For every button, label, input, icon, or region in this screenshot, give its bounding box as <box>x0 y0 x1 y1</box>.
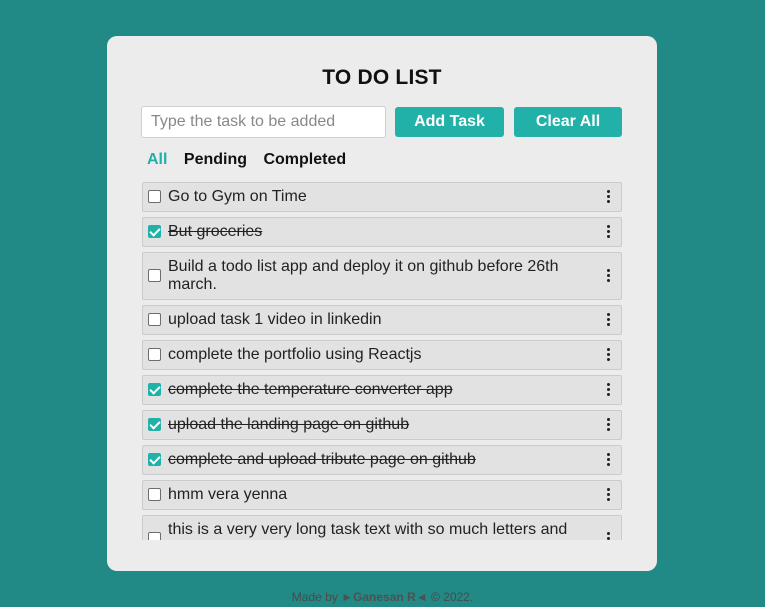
more-vertical-icon[interactable] <box>603 225 613 239</box>
task-text: Go to Gym on Time <box>168 188 307 205</box>
task-item: But groceries <box>142 217 622 247</box>
task-text: complete and upload tribute page on gith… <box>168 451 476 468</box>
filter-pending[interactable]: Pending <box>184 150 247 170</box>
task-text: upload the landing page on github <box>168 416 410 433</box>
task-item: upload task 1 video in linkedin <box>142 305 622 335</box>
filter-all[interactable]: All <box>147 150 167 170</box>
more-vertical-icon[interactable] <box>603 269 613 283</box>
task-checkbox[interactable] <box>148 225 161 238</box>
more-vertical-icon[interactable] <box>603 532 613 540</box>
task-checkbox[interactable] <box>148 269 161 282</box>
todo-card: TO DO LIST Add Task Clear All All Pendin… <box>107 36 657 571</box>
task-checkbox[interactable] <box>148 313 161 326</box>
more-vertical-icon[interactable] <box>603 418 613 432</box>
footer-author: ►Ganesan R◄ <box>341 590 428 604</box>
more-vertical-icon[interactable] <box>603 190 613 204</box>
task-text: this is a very very long task text with … <box>168 521 568 538</box>
task-checkbox[interactable] <box>148 488 161 501</box>
task-item: Build a todo list app and deploy it on g… <box>142 252 622 300</box>
footer-credit: Made by ►Ganesan R◄ © 2022. <box>0 589 765 605</box>
task-item: upload the landing page on github <box>142 410 622 440</box>
task-text: upload task 1 video in linkedin <box>168 311 382 328</box>
task-text: hmm vera yenna <box>168 486 288 503</box>
task-text: complete the portfolio using Reactjs <box>168 346 422 363</box>
task-checkbox[interactable] <box>148 383 161 396</box>
task-list[interactable]: Go to Gym on Time But groceries Build a … <box>142 182 622 540</box>
task-item: hmm vera yenna <box>142 480 622 510</box>
task-item: Go to Gym on Time <box>142 182 622 212</box>
task-item: complete and upload tribute page on gith… <box>142 445 622 475</box>
task-text: But groceries <box>168 223 263 240</box>
task-checkbox[interactable] <box>148 453 161 466</box>
clear-all-button[interactable]: Clear All <box>514 107 622 137</box>
task-item: complete the temperature converter app <box>142 375 622 405</box>
more-vertical-icon[interactable] <box>603 348 613 362</box>
task-checkbox[interactable] <box>148 190 161 203</box>
more-vertical-icon[interactable] <box>603 313 613 327</box>
filter-completed[interactable]: Completed <box>263 150 346 170</box>
task-checkbox[interactable] <box>148 532 161 540</box>
task-text: complete the temperature converter app <box>168 381 453 398</box>
page-title: TO DO LIST <box>322 66 442 89</box>
footer-copyright: © 2022. <box>430 590 474 604</box>
more-vertical-icon[interactable] <box>603 383 613 397</box>
task-checkbox[interactable] <box>148 348 161 361</box>
add-task-button[interactable]: Add Task <box>395 107 504 137</box>
more-vertical-icon[interactable] <box>603 453 613 467</box>
more-vertical-icon[interactable] <box>603 488 613 502</box>
task-checkbox[interactable] <box>148 418 161 431</box>
footer-prefix: Made by <box>291 590 338 604</box>
task-item: this is a very very long task text with … <box>142 515 622 540</box>
task-item: complete the portfolio using Reactjs <box>142 340 622 370</box>
task-input[interactable] <box>141 106 386 138</box>
filter-tabs: All Pending Completed <box>147 150 358 170</box>
task-text: Build a todo list app and deploy it on g… <box>168 258 559 293</box>
